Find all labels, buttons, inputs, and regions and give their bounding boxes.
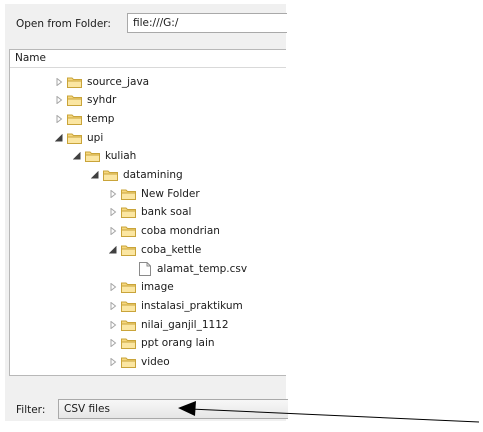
annotation-arrow-head	[178, 401, 196, 416]
annotation-arrow-line	[189, 408, 480, 423]
annotation-arrow	[178, 401, 480, 423]
